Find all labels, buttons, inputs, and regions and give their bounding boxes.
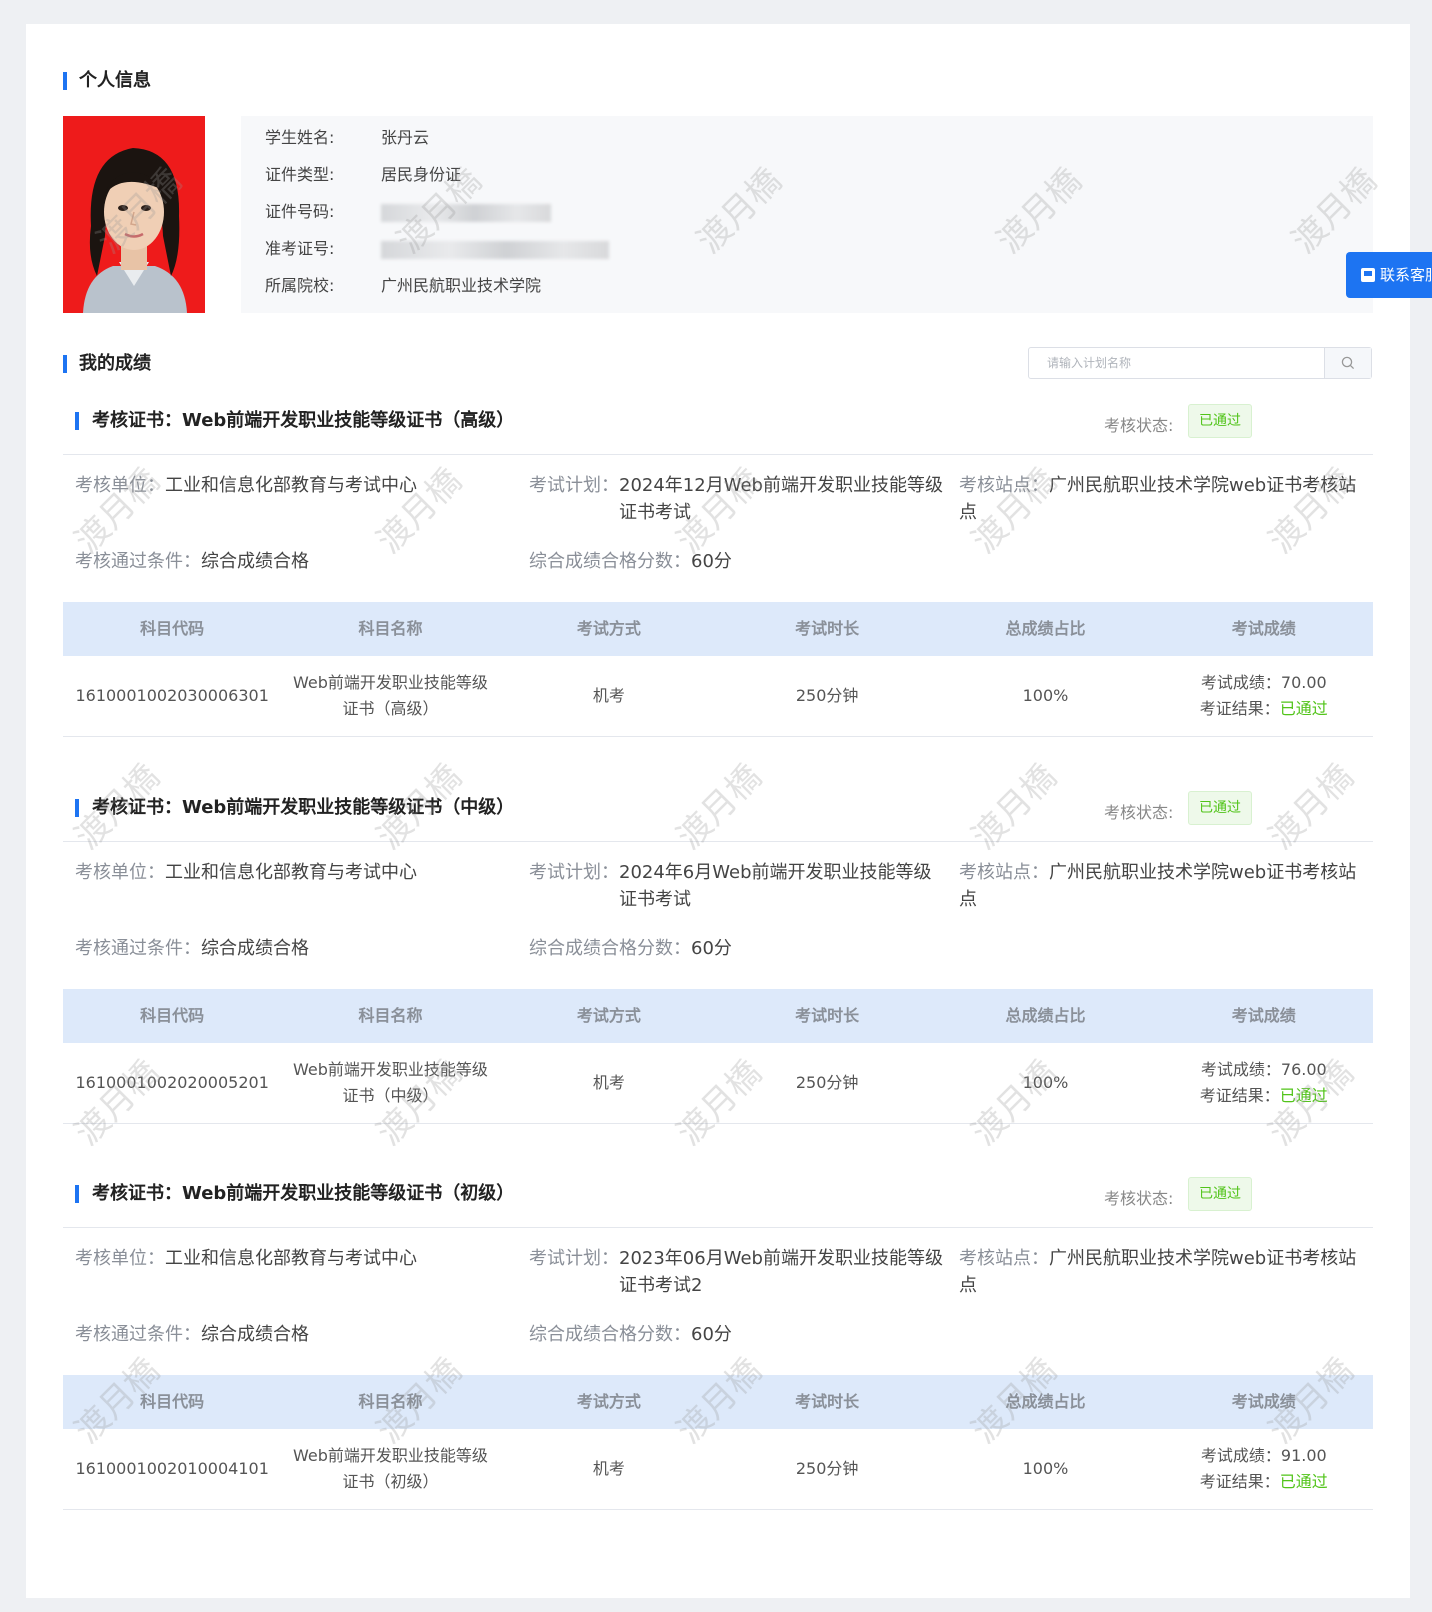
plan-search: [1028, 347, 1372, 379]
col-header: 考试方式: [576, 1006, 641, 1025]
score-ratio: 100%: [1022, 1459, 1069, 1478]
score-ratio: 100%: [1022, 686, 1069, 705]
col-header: 总成绩占比: [1005, 1006, 1086, 1025]
pass-condition: 考核通过条件：综合成绩合格: [75, 938, 309, 959]
contact-support-button[interactable]: 联系客服: [1346, 252, 1432, 298]
search-icon: [1341, 356, 1355, 370]
col-header: 考试成绩: [1231, 619, 1296, 638]
ticket-number-redacted: [381, 240, 609, 259]
personal-info-box: 学生姓名: 张丹云 证件类型: 居民身份证 证件号码: 准考证号: 所属院校: 广州民…: [241, 116, 1373, 313]
cert-header: 考核证书：Web前端开发职业技能等级证书（高级） 考核状态: 已通过: [63, 398, 1373, 455]
search-button[interactable]: [1324, 348, 1371, 378]
exam-plan: 考试计划： 2024年12月Web前端开发职业技能等级证书考试: [529, 475, 943, 523]
score-table: 科目代码 科目名称 考试方式 考试时长 总成绩占比 考试成绩 161000100…: [63, 1375, 1373, 1510]
exam-duration: 250分钟: [795, 686, 859, 705]
id-number-redacted: [381, 203, 551, 222]
status-label: 考核状态:: [1104, 416, 1174, 435]
table-header: 科目代码 科目名称 考试方式 考试时长 总成绩占比 考试成绩: [63, 989, 1373, 1043]
col-header: 考试成绩: [1231, 1392, 1296, 1411]
subject-name: Web前端开发职业技能等级 证书（中级）: [293, 1060, 488, 1105]
info-row-id-type: 证件类型: 居民身份证: [265, 165, 461, 185]
col-header: 考试方式: [576, 1392, 641, 1411]
pass-condition: 考核通过条件：综合成绩合格: [75, 551, 309, 572]
cert-header: 考核证书：Web前端开发职业技能等级证书（中级） 考核状态: 已通过: [63, 785, 1373, 842]
col-header: 考试时长: [795, 619, 860, 638]
exam-plan: 考试计划： 2024年6月Web前端开发职业技能等级证书考试: [529, 862, 932, 910]
exam-plan: 考试计划： 2023年06月Web前端开发职业技能等级证书考试2: [529, 1248, 943, 1296]
status-badge: 已通过: [1188, 791, 1252, 825]
table-row: 1610001002010004101 Web前端开发职业技能等级 证书（初级） …: [63, 1429, 1373, 1510]
col-header: 科目名称: [358, 1392, 423, 1411]
status-label: 考核状态:: [1104, 803, 1174, 822]
contact-label: 联系客服: [1380, 266, 1432, 284]
col-header: 考试时长: [795, 1006, 860, 1025]
pass-score: 综合成绩合格分数：60分: [529, 938, 732, 959]
exam-method: 机考: [592, 686, 625, 705]
col-header: 科目代码: [140, 619, 205, 638]
table-header: 科目代码 科目名称 考试方式 考试时长 总成绩占比 考试成绩: [63, 602, 1373, 656]
score-table: 科目代码 科目名称 考试方式 考试时长 总成绩占比 考试成绩 161000100…: [63, 989, 1373, 1124]
col-header: 科目代码: [140, 1392, 205, 1411]
id-type: 居民身份证: [381, 165, 462, 184]
status-label: 考核状态:: [1104, 1189, 1174, 1208]
table-row: 1610001002020005201 Web前端开发职业技能等级 证书（中级） …: [63, 1043, 1373, 1124]
pass-score: 综合成绩合格分数：60分: [529, 551, 732, 572]
exam-result: 考试成绩：70.00 考证结果：已通过: [1199, 673, 1328, 718]
exam-site: 考核站点：广州民航职业技术学院web证书考核站点: [959, 1248, 1357, 1296]
student-name: 张丹云: [381, 128, 430, 147]
info-row-ticket: 准考证号:: [265, 239, 609, 259]
col-header: 总成绩占比: [1005, 1392, 1086, 1411]
subject-name: Web前端开发职业技能等级 证书（初级）: [293, 1446, 488, 1491]
exam-result: 考试成绩：91.00 考证结果：已通过: [1199, 1446, 1328, 1491]
info-label: 学生姓名:: [265, 128, 335, 147]
status-badge: 已通过: [1188, 1177, 1252, 1211]
exam-duration: 250分钟: [795, 1073, 859, 1092]
search-input[interactable]: [1029, 348, 1327, 378]
info-label: 准考证号:: [265, 239, 335, 258]
content-panel: 个人信息 学生姓名: 张丹云 证件类型: 居民身份证 证件号码: 准考证号: 所…: [26, 24, 1410, 1598]
exam-result: 考试成绩：76.00 考证结果：已通过: [1199, 1060, 1328, 1105]
col-header: 科目名称: [358, 619, 423, 638]
cert-title: 考核证书：Web前端开发职业技能等级证书（中级）: [75, 797, 514, 819]
score-ratio: 100%: [1022, 1073, 1069, 1092]
student-photo: [63, 116, 205, 313]
status-badge: 已通过: [1188, 404, 1252, 438]
subject-code: 1610001002020005201: [75, 1073, 269, 1092]
chat-icon: [1361, 268, 1375, 282]
exam-site: 考核站点：广州民航职业技术学院web证书考核站点: [959, 475, 1357, 523]
info-label: 证件类型:: [265, 165, 335, 184]
personal-info-title: 个人信息: [63, 70, 151, 92]
exam-method: 机考: [592, 1459, 625, 1478]
exam-unit: 考核单位：工业和信息化部教育与考试中心: [75, 475, 417, 496]
score-table: 科目代码 科目名称 考试方式 考试时长 总成绩占比 考试成绩 161000100…: [63, 602, 1373, 737]
col-header: 考试方式: [576, 619, 641, 638]
exam-duration: 250分钟: [795, 1459, 859, 1478]
subject-code: 1610001002010004101: [75, 1459, 269, 1478]
pass-condition: 考核通过条件：综合成绩合格: [75, 1324, 309, 1345]
info-label: 证件号码:: [265, 202, 335, 221]
col-header: 考试成绩: [1231, 1006, 1296, 1025]
cert-title: 考核证书：Web前端开发职业技能等级证书（高级）: [75, 410, 514, 432]
info-row-school: 所属院校: 广州民航职业技术学院: [265, 276, 541, 296]
table-row: 1610001002030006301 Web前端开发职业技能等级 证书（高级） …: [63, 656, 1373, 737]
my-scores-title: 我的成绩: [63, 353, 151, 375]
school-name: 广州民航职业技术学院: [381, 276, 542, 295]
cert-header: 考核证书：Web前端开发职业技能等级证书（初级） 考核状态: 已通过: [63, 1171, 1373, 1228]
col-header: 考试时长: [795, 1392, 860, 1411]
subject-code: 1610001002030006301: [75, 686, 269, 705]
cert-title: 考核证书：Web前端开发职业技能等级证书（初级）: [75, 1183, 514, 1205]
subject-name: Web前端开发职业技能等级 证书（高级）: [293, 673, 488, 718]
col-header: 科目名称: [358, 1006, 423, 1025]
info-row-id-number: 证件号码:: [265, 202, 551, 222]
info-row-name: 学生姓名: 张丹云: [265, 128, 429, 148]
table-header: 科目代码 科目名称 考试方式 考试时长 总成绩占比 考试成绩: [63, 1375, 1373, 1429]
info-label: 所属院校:: [265, 276, 335, 295]
col-header: 科目代码: [140, 1006, 205, 1025]
exam-site: 考核站点：广州民航职业技术学院web证书考核站点: [959, 862, 1357, 910]
exam-unit: 考核单位：工业和信息化部教育与考试中心: [75, 1248, 417, 1269]
col-header: 总成绩占比: [1005, 619, 1086, 638]
exam-method: 机考: [592, 1073, 625, 1092]
exam-unit: 考核单位：工业和信息化部教育与考试中心: [75, 862, 417, 883]
pass-score: 综合成绩合格分数：60分: [529, 1324, 732, 1345]
